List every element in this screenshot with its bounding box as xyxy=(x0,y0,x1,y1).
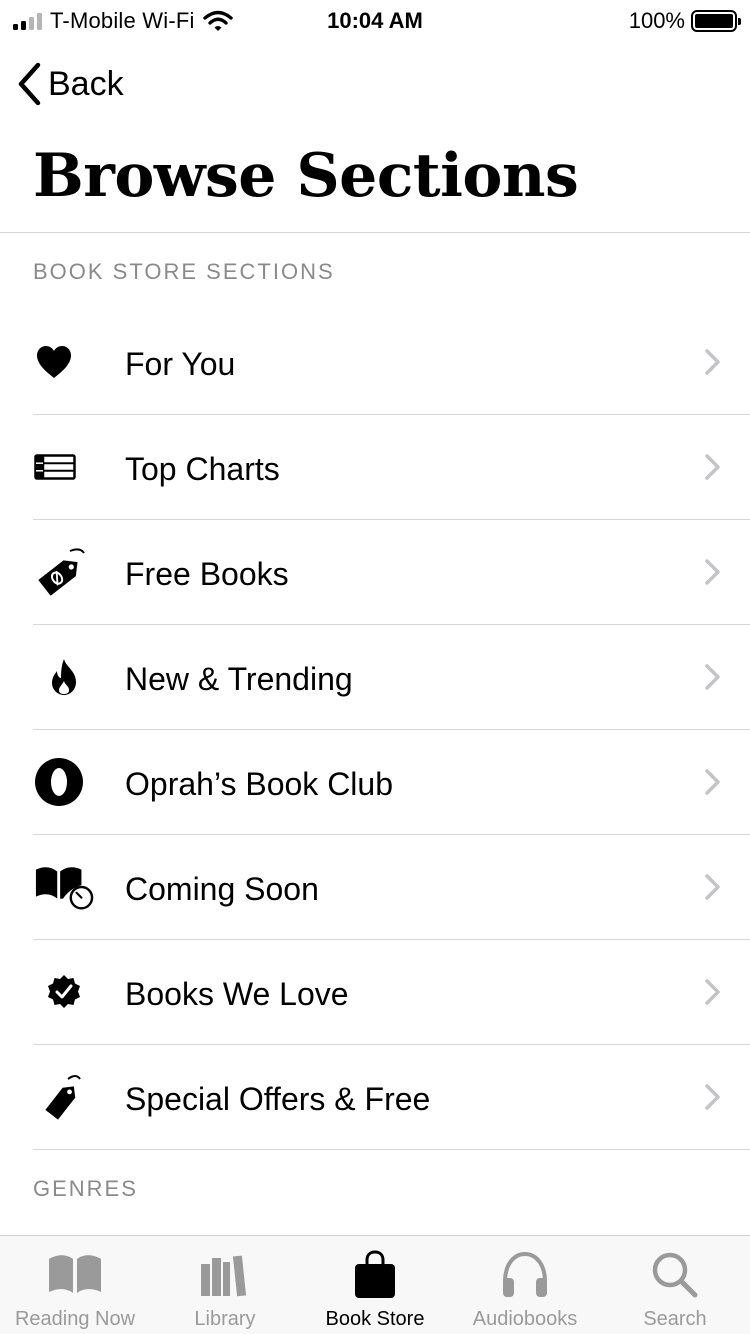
chevron-right-icon xyxy=(705,1084,720,1110)
tab-label: Search xyxy=(643,1308,707,1330)
list-item-oprahs-book-club[interactable]: Oprah’s Book Club xyxy=(0,730,750,835)
price-tag-zero-icon xyxy=(34,547,94,597)
section-header-genres: GENRES xyxy=(33,1176,138,1201)
magnifier-icon xyxy=(647,1250,703,1300)
chevron-right-icon xyxy=(705,559,720,585)
books-icon xyxy=(197,1250,253,1300)
list-item-label: Free Books xyxy=(125,556,289,592)
list-item-coming-soon[interactable]: Coming Soon xyxy=(0,835,750,940)
chevron-right-icon xyxy=(705,769,720,795)
tab-book-store[interactable]: Book Store xyxy=(300,1236,450,1334)
list-item-special-offers[interactable]: Special Offers & Free xyxy=(0,1045,750,1150)
list-item-new-trending[interactable]: New & Trending xyxy=(0,625,750,730)
list-item-books-we-love[interactable]: Books We Love xyxy=(0,940,750,1045)
page-title: Browse Sections xyxy=(33,141,579,211)
chevron-left-icon xyxy=(18,62,41,106)
list-item-label: Books We Love xyxy=(125,976,349,1012)
section-list: For You Top Charts Free Books New & Tren… xyxy=(0,310,750,1150)
row-divider xyxy=(33,1149,750,1150)
back-button[interactable]: Back xyxy=(16,62,124,106)
chevron-right-icon xyxy=(705,874,720,900)
tab-label: Library xyxy=(194,1308,256,1330)
tab-label: Audiobooks xyxy=(472,1308,578,1330)
title-divider xyxy=(0,232,750,233)
tag-icon xyxy=(34,1072,94,1122)
tab-search[interactable]: Search xyxy=(600,1236,750,1334)
status-bar: T-Mobile Wi-Fi 10:04 AM 100% xyxy=(0,0,750,40)
back-label: Back xyxy=(48,64,124,103)
headphones-icon xyxy=(497,1250,553,1300)
open-book-icon xyxy=(47,1250,103,1300)
chevron-right-icon xyxy=(705,664,720,690)
chevron-right-icon xyxy=(705,979,720,1005)
section-header-book-store: BOOK STORE SECTIONS xyxy=(33,259,335,284)
tab-label: Reading Now xyxy=(14,1308,136,1330)
heart-icon xyxy=(34,337,94,387)
tab-library[interactable]: Library xyxy=(150,1236,300,1334)
book-clock-icon xyxy=(34,862,94,912)
tab-audiobooks[interactable]: Audiobooks xyxy=(450,1236,600,1334)
battery-icon xyxy=(691,10,741,32)
chevron-right-icon xyxy=(705,454,720,480)
shopping-bag-icon xyxy=(347,1250,403,1300)
chevron-right-icon xyxy=(705,349,720,375)
list-item-label: Top Charts xyxy=(125,451,280,487)
list-item-label: Oprah’s Book Club xyxy=(125,766,393,802)
status-right: 100% xyxy=(628,8,741,34)
list-item-label: Special Offers & Free xyxy=(125,1081,431,1117)
list-icon xyxy=(34,442,94,492)
list-item-for-you[interactable]: For You xyxy=(0,310,750,415)
flame-icon xyxy=(34,652,94,702)
battery-percentage: 100% xyxy=(628,8,685,33)
list-item-label: New & Trending xyxy=(125,661,353,697)
list-item-label: For You xyxy=(125,346,236,382)
list-item-label: Coming Soon xyxy=(125,871,319,907)
list-item-top-charts[interactable]: Top Charts xyxy=(0,415,750,520)
oprah-logo-icon xyxy=(34,757,94,807)
checkmark-seal-icon xyxy=(34,967,94,1017)
tab-label: Book Store xyxy=(325,1308,425,1330)
list-item-free-books[interactable]: Free Books xyxy=(0,520,750,625)
tab-reading-now[interactable]: Reading Now xyxy=(0,1236,150,1334)
tab-bar: Reading Now Library Book Store Audiobook… xyxy=(0,1235,750,1334)
